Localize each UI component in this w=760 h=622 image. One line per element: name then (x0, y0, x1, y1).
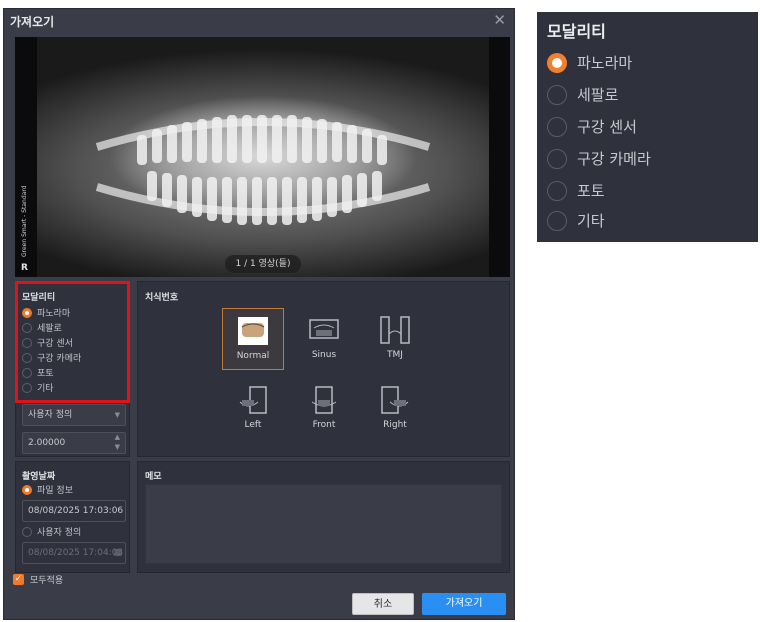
jaw-tmj-icon (380, 316, 410, 344)
zoom-option-panorama[interactable]: 파노라마 (547, 52, 632, 73)
tooth-option-sinus[interactable]: Sinus (293, 308, 355, 370)
tooth-option-front[interactable]: Front (293, 378, 355, 440)
jaw-front-icon (311, 386, 337, 414)
radio-icon (547, 148, 567, 169)
spinner-arrows-icon[interactable]: ▲ ▼ (115, 432, 120, 452)
radio-icon (547, 210, 567, 231)
tooth-title: 치식번호 (145, 293, 179, 303)
custom-select[interactable]: 사용자 정의 ▼ (22, 404, 126, 426)
tooth-option-tmj[interactable]: TMJ (364, 308, 426, 370)
xray-preview: Green Smart - Standard R 1 / 1 영상(들) (15, 37, 510, 277)
teeth-illustration (95, 115, 431, 225)
memo-title: 메모 (145, 472, 162, 482)
close-icon[interactable]: ✕ (493, 11, 506, 29)
panoramic-xray-image (37, 37, 489, 277)
device-side-label: Green Smart - Standard (21, 185, 28, 257)
radio-selected-icon (22, 484, 32, 495)
tooth-option-normal[interactable]: Normal (222, 308, 284, 370)
zoom-option-ceph[interactable]: 세팔로 (547, 84, 618, 105)
custom-date-field[interactable]: 08/08/2025 17:04:03 ▦ (22, 542, 126, 564)
apply-all-checkbox[interactable]: ✓ 모두적용 (13, 573, 63, 586)
capture-date-title: 촬영날짜 (22, 472, 56, 482)
memo-textarea[interactable] (145, 484, 502, 564)
file-info-date-field: 08/08/2025 17:03:06 (22, 500, 126, 522)
right-side-marker: R (21, 263, 28, 273)
date-option-custom[interactable]: 사용자 정의 (22, 524, 81, 539)
zoom-value-spinner[interactable]: 2.00000 ▲ ▼ (22, 432, 126, 454)
radio-selected-icon (547, 52, 567, 73)
image-counter: 1 / 1 영상(들) (225, 255, 301, 273)
chevron-down-icon: ▼ (114, 411, 120, 419)
jaw-normal-icon (238, 317, 268, 345)
memo-panel: 메모 (137, 461, 510, 573)
tooth-option-right[interactable]: Right (364, 378, 426, 440)
date-option-file-info[interactable]: 파일 정보 (22, 482, 73, 497)
radio-icon (547, 84, 567, 105)
zoom-option-photo[interactable]: 포토 (547, 180, 605, 201)
jaw-left-icon (239, 386, 267, 414)
radio-icon (22, 526, 32, 537)
tooth-panel: 치식번호 Normal Sinus TMJ Left Front Right (137, 281, 510, 457)
zoom-option-other[interactable]: 기타 (547, 210, 605, 231)
cancel-button[interactable]: 취소 (352, 593, 414, 615)
modality-zoom-panel: 모달리티 파노라마 세팔로 구강 센서 구강 카메라 포토 기타 (537, 12, 758, 242)
jaw-sinus-icon (309, 319, 339, 339)
zoom-option-intraoral-sensor[interactable]: 구강 센서 (547, 116, 637, 137)
highlight-box (15, 281, 130, 403)
capture-date-panel: 촬영날짜 파일 정보 08/08/2025 17:03:06 사용자 정의 08… (15, 461, 130, 573)
radio-icon (547, 180, 567, 201)
tooth-option-left[interactable]: Left (222, 378, 284, 440)
title-bar: 가져오기 ✕ (4, 9, 514, 33)
calendar-icon[interactable]: ▦ (113, 543, 122, 563)
checkmark-icon: ✓ (13, 574, 24, 585)
radio-icon (547, 116, 567, 137)
import-dialog: 가져오기 ✕ Green Smart - Standard R 1 / 1 영상… (3, 8, 515, 620)
dialog-title: 가져오기 (10, 15, 55, 29)
zoom-option-intraoral-camera[interactable]: 구강 카메라 (547, 148, 651, 169)
zoom-modality-title: 모달리티 (547, 22, 606, 41)
jaw-right-icon (381, 386, 409, 414)
import-button[interactable]: 가져오기 (422, 593, 506, 615)
